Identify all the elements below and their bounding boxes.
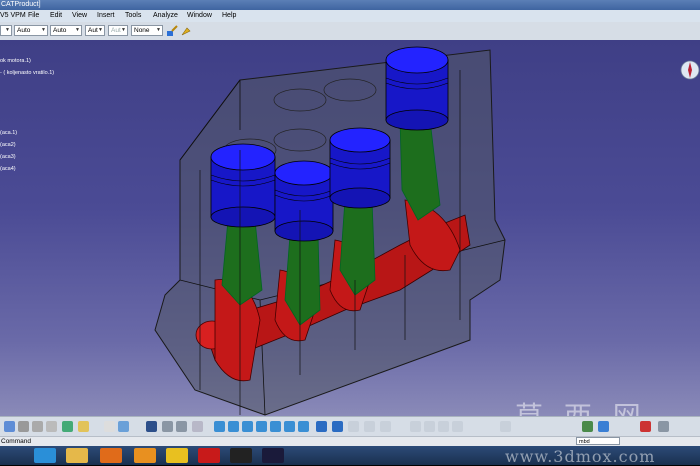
menu-analyze[interactable]: Analyze: [153, 10, 178, 22]
apply-material-icon[interactable]: [640, 421, 651, 432]
section-icon[interactable]: [598, 421, 609, 432]
paint-brush-icon[interactable]: [166, 25, 178, 37]
manipulate-icon[interactable]: [452, 421, 463, 432]
watermark-logo: 莫 西 网: [515, 395, 647, 416]
update-icon[interactable]: [582, 421, 593, 432]
combo-value: None: [134, 27, 150, 34]
help-icon[interactable]: [78, 421, 89, 432]
menu-insert[interactable]: Insert: [97, 10, 115, 22]
fix-icon[interactable]: [424, 421, 435, 432]
3d-viewport[interactable]: ok motora.1) - ( koljenasto vratilo.1) (…: [0, 40, 700, 416]
product-icon[interactable]: [146, 421, 157, 432]
firefox-icon[interactable]: [100, 448, 122, 463]
taskbar: www.3dmox.com: [0, 446, 700, 466]
format-painter-icon[interactable]: [180, 25, 192, 37]
window-title-bar: CATProduct]: [0, 0, 700, 10]
window-title: CATProduct]: [1, 1, 41, 8]
catia-icon[interactable]: [230, 448, 252, 463]
bottom-toolbar: [0, 416, 700, 437]
zoom-out-icon[interactable]: [284, 421, 295, 432]
media-player-icon[interactable]: [166, 448, 188, 463]
zoom-in-icon[interactable]: [270, 421, 281, 432]
pan-icon[interactable]: [242, 421, 253, 432]
properties-toolbar: ▼ Auto ▼ Auto ▼ Aut ▼ Aut ▼ None ▼: [0, 22, 700, 41]
connecting-rod-1: [221, 219, 263, 306]
piston-1: [210, 143, 276, 228]
iso-view-icon[interactable]: [316, 421, 327, 432]
fly-icon[interactable]: [214, 421, 225, 432]
shading-icon[interactable]: [332, 421, 343, 432]
select-icon[interactable]: [4, 421, 15, 432]
command-label: Command: [1, 438, 31, 445]
cut-icon[interactable]: [18, 421, 29, 432]
line-color-combo[interactable]: ▼: [0, 25, 12, 36]
piston-4: [385, 46, 449, 131]
tree-item[interactable]: (aca.1): [0, 130, 17, 136]
combo-value: Auto: [17, 27, 31, 34]
rendering-style-combo[interactable]: Aut ▼: [108, 25, 128, 36]
material-icon[interactable]: [380, 421, 391, 432]
comment-icon[interactable]: [118, 421, 129, 432]
explode-icon[interactable]: [500, 421, 511, 432]
start-icon[interactable]: [34, 448, 56, 463]
copy-icon[interactable]: [32, 421, 43, 432]
compass-icon[interactable]: [680, 60, 700, 80]
swap-visible-icon[interactable]: [364, 421, 375, 432]
explorer-icon[interactable]: [66, 448, 88, 463]
menu-window[interactable]: Window: [187, 10, 212, 22]
piston-3: [329, 127, 391, 209]
constraint-icon[interactable]: [410, 421, 421, 432]
catalog-icon[interactable]: [162, 421, 173, 432]
formula-icon[interactable]: [104, 421, 115, 432]
tree-item[interactable]: (aca4): [0, 166, 16, 172]
watermark-url: www.3dmox.com: [505, 447, 656, 466]
point-symbol-combo[interactable]: Aut ▼: [85, 25, 105, 36]
layer-combo[interactable]: None ▼: [131, 25, 163, 36]
combo-value: Aut: [88, 27, 98, 34]
snap-icon[interactable]: [438, 421, 449, 432]
line-thickness-combo[interactable]: Auto ▼: [50, 25, 82, 36]
combo-value: Aut: [111, 27, 121, 34]
tree-item[interactable]: (aca2): [0, 142, 16, 148]
combo-value: Auto: [53, 27, 67, 34]
generate-icon[interactable]: [176, 421, 187, 432]
menu-help[interactable]: Help: [222, 10, 236, 22]
measure-icon[interactable]: [192, 421, 203, 432]
illustrator-icon[interactable]: [134, 448, 156, 463]
tree-item[interactable]: - ( koljenasto vratilo.1): [0, 70, 54, 76]
app-icon[interactable]: [262, 448, 284, 463]
line-type-combo[interactable]: Auto ▼: [14, 25, 48, 36]
autocad-icon[interactable]: [198, 448, 220, 463]
normal-view-icon[interactable]: [298, 421, 309, 432]
menu-tools[interactable]: Tools: [125, 10, 141, 22]
menu-edit[interactable]: Edit: [50, 10, 62, 22]
rotate-icon[interactable]: [256, 421, 267, 432]
piston-2: [274, 160, 334, 242]
menu-view[interactable]: View: [72, 10, 87, 22]
tree-item[interactable]: (aca3): [0, 154, 16, 160]
menu-file[interactable]: File: [28, 10, 39, 22]
paste-icon[interactable]: [46, 421, 57, 432]
render-icon[interactable]: [658, 421, 669, 432]
menu-bar: V5 VPM File Edit View Insert Tools Analy…: [0, 10, 700, 22]
command-input[interactable]: mbd: [576, 437, 620, 445]
undo-icon[interactable]: [62, 421, 73, 432]
engine-model: [154, 46, 700, 416]
app-label: V5 VPM: [0, 12, 26, 19]
fit-all-icon[interactable]: [228, 421, 239, 432]
tree-item[interactable]: ok motora.1): [0, 58, 31, 64]
hide-show-icon[interactable]: [348, 421, 359, 432]
